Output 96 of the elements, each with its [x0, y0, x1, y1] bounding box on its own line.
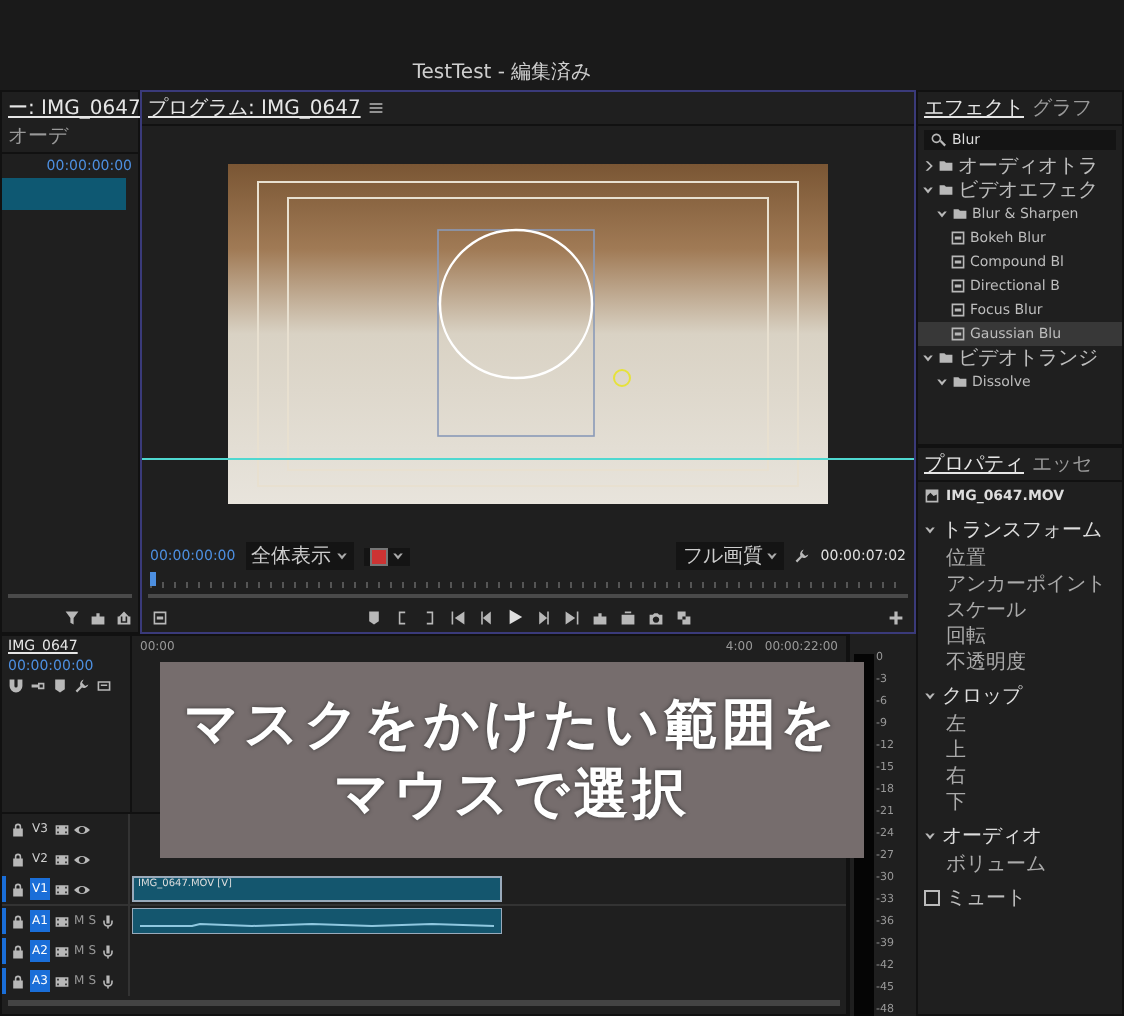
caption-text: マウスで選択 — [334, 764, 690, 827]
microphone-icon[interactable] — [100, 913, 116, 929]
play-icon[interactable] — [505, 608, 523, 626]
wrench-icon[interactable] — [74, 678, 90, 694]
insert-icon[interactable] — [591, 609, 607, 625]
film-icon[interactable] — [54, 913, 70, 929]
mute-checkbox[interactable] — [924, 890, 940, 906]
marker-icon[interactable] — [365, 609, 381, 625]
panel-tab[interactable]: オーデ — [8, 122, 68, 150]
microphone-icon[interactable] — [100, 973, 116, 989]
filter-icon[interactable] — [64, 610, 80, 626]
record-icon — [369, 547, 388, 565]
step-back-icon[interactable] — [477, 609, 493, 625]
compare-icon[interactable] — [675, 609, 691, 625]
clip-icon — [924, 488, 940, 504]
property-label: 上 — [944, 738, 968, 764]
property-label: 左 — [944, 712, 968, 738]
window-title: TestTest - 編集済み — [412, 59, 592, 86]
chevron-right-icon[interactable] — [922, 160, 934, 172]
out-bracket-icon[interactable] — [421, 609, 437, 625]
microphone-icon[interactable] — [100, 943, 116, 959]
wrench-icon[interactable] — [794, 548, 811, 564]
marker-icon[interactable] — [52, 678, 68, 694]
panel-tab[interactable]: ー: IMG_0647 — [8, 94, 141, 122]
chevron-down-icon[interactable] — [936, 208, 948, 220]
section-header[interactable]: クロップ — [918, 676, 1122, 712]
lock-icon[interactable] — [10, 851, 26, 867]
lock-icon[interactable] — [10, 943, 26, 959]
eye-icon[interactable] — [74, 821, 90, 837]
overwrite-icon[interactable] — [619, 609, 635, 625]
caption-text: マスクをかけたい範囲を — [184, 693, 840, 756]
lock-icon[interactable] — [10, 881, 26, 897]
property-label: 回転 — [944, 624, 988, 650]
settings-dropdown[interactable] — [363, 547, 410, 565]
film-icon[interactable] — [54, 943, 70, 959]
chevron-down-icon[interactable] — [936, 376, 948, 388]
insert-icon[interactable] — [90, 610, 106, 626]
panel-tab[interactable]: グラフ — [1032, 94, 1092, 122]
checkbox-label: ミュート — [946, 886, 1026, 912]
zoom-dropdown[interactable]: 全体表示 — [245, 542, 354, 570]
effect-tree-item[interactable]: オーディオトラ — [918, 154, 1122, 178]
menu-icon[interactable] — [368, 100, 385, 116]
quality-dropdown[interactable]: フル画質 — [676, 542, 785, 570]
chevron-down-icon[interactable] — [924, 830, 936, 842]
caret-icon[interactable] — [391, 550, 404, 562]
plus-icon[interactable] — [888, 609, 904, 625]
property-label: ボリューム — [944, 852, 1048, 878]
go-to-in-icon[interactable] — [449, 609, 465, 625]
safe-margins-icon[interactable] — [152, 609, 168, 625]
eye-icon[interactable] — [74, 851, 90, 867]
chevron-down-icon[interactable] — [924, 524, 936, 536]
effect-tree-item[interactable]: ビデオエフェク — [918, 178, 1122, 202]
property-label: スケール — [944, 598, 1028, 624]
export-icon[interactable] — [116, 610, 132, 626]
step-forward-icon[interactable] — [535, 609, 551, 625]
film-icon[interactable] — [54, 851, 70, 867]
caret-icon[interactable] — [335, 550, 348, 562]
section-header[interactable]: トランスフォーム — [918, 510, 1122, 546]
clip-bar — [2, 178, 126, 210]
effect-icon — [950, 254, 966, 270]
chevron-down-icon[interactable] — [922, 352, 934, 364]
panel-tab[interactable]: エフェクト — [924, 94, 1024, 122]
magnet-icon[interactable] — [8, 678, 24, 694]
effect-icon — [950, 326, 966, 342]
go-to-out-icon[interactable] — [563, 609, 579, 625]
search-icon — [930, 132, 946, 148]
caption-icon[interactable] — [96, 678, 112, 694]
lock-icon[interactable] — [10, 821, 26, 837]
chevron-down-icon[interactable] — [922, 184, 934, 196]
lock-icon[interactable] — [10, 913, 26, 929]
camera-icon[interactable] — [647, 609, 663, 625]
film-icon[interactable] — [54, 881, 70, 897]
mask-outline[interactable] — [437, 227, 595, 436]
property-label: 位置 — [944, 546, 988, 572]
link-icon[interactable] — [30, 678, 46, 694]
property-label: 不透明度 — [944, 650, 1028, 676]
effect-icon — [950, 230, 966, 246]
panel-tab[interactable]: エッセ — [1032, 450, 1092, 478]
effect-tree-item[interactable]: ビデオトランジ — [918, 346, 1122, 370]
effect-icon — [950, 302, 966, 318]
lock-icon[interactable] — [10, 973, 26, 989]
audio-clip[interactable] — [132, 908, 502, 934]
film-icon[interactable] — [54, 821, 70, 837]
panel-tab[interactable]: プログラム: IMG_0647 — [148, 94, 361, 122]
effect-icon — [950, 278, 966, 294]
caret-icon[interactable] — [766, 550, 779, 562]
eye-icon[interactable] — [74, 881, 90, 897]
chevron-down-icon[interactable] — [924, 690, 936, 702]
cursor-highlight — [613, 368, 631, 386]
property-label: 下 — [944, 790, 968, 816]
section-header[interactable]: オーディオ — [918, 816, 1122, 852]
in-bracket-icon[interactable] — [393, 609, 409, 625]
property-label: 右 — [944, 764, 968, 790]
panel-tab[interactable]: プロパティ — [924, 450, 1024, 478]
film-icon[interactable] — [54, 973, 70, 989]
property-label: アンカーポイント — [944, 572, 1108, 598]
